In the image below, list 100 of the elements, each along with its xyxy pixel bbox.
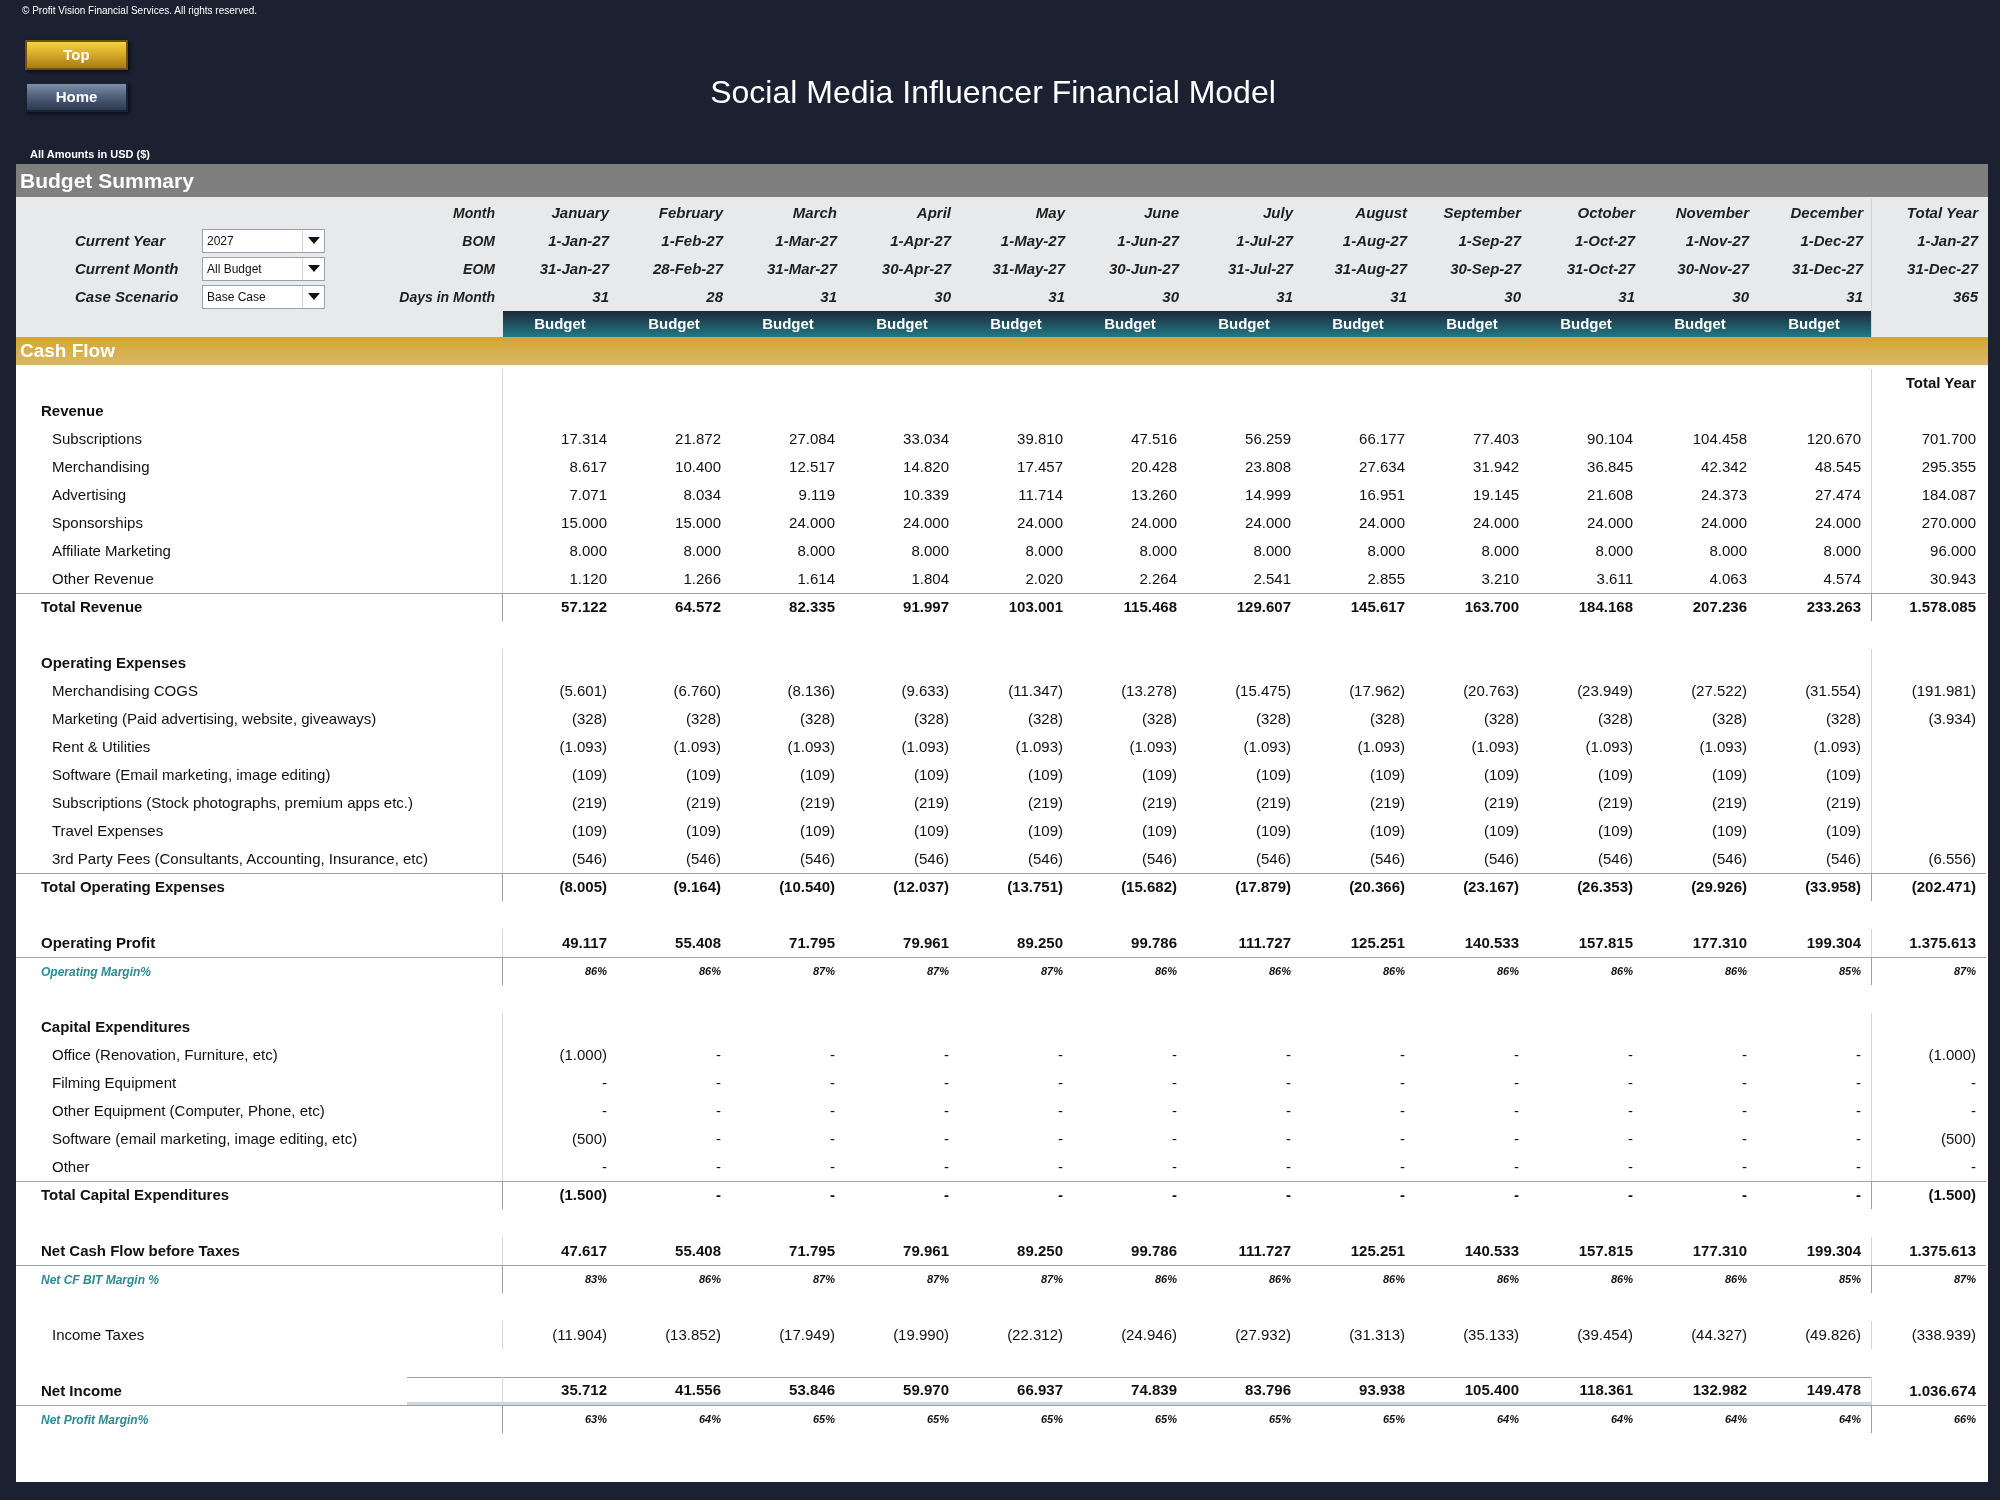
- table-cell-text: 8.000: [1025, 540, 1063, 561]
- table-cell-text: 21.608: [1587, 484, 1633, 505]
- date-cell-text: 31-Dec-27: [1792, 258, 1863, 279]
- table-cell-text: -: [1172, 1044, 1177, 1065]
- date-cell-text: 28-Feb-27: [652, 258, 723, 279]
- table-cell-text: 83.796: [1245, 1379, 1291, 1400]
- table-cell-text: 177.310: [1692, 1240, 1747, 1261]
- table-cell-text: 85%: [1838, 964, 1861, 980]
- month-header: April: [916, 202, 951, 223]
- table-cell-text: 65%: [1154, 1412, 1177, 1428]
- table-cell-text: 7.071: [569, 484, 607, 505]
- table-cell-text: 15.000: [675, 512, 721, 533]
- table-cell-text: (328): [571, 708, 607, 729]
- table-cell-text: 24.000: [1245, 512, 1291, 533]
- table-cell-text: 59.970: [903, 1379, 949, 1400]
- table-cell-text: -: [716, 1156, 721, 1177]
- column-header: Budget: [1643, 311, 1757, 337]
- table-cell-text: 86%: [1154, 964, 1177, 980]
- table-cell-text: (202.471): [1911, 877, 1976, 898]
- table-cell-text: (1.093): [901, 736, 949, 757]
- table-cell-text: 47.516: [1131, 428, 1177, 449]
- table-cell-text: 87%: [1040, 1272, 1063, 1288]
- row-label: Merchandising: [51, 456, 150, 477]
- days-cell-text: 365: [1952, 286, 1978, 307]
- table-cell-text: (11.347): [1008, 680, 1063, 701]
- table-cell-text: 55.408: [675, 932, 721, 953]
- table-cell-text: 2.541: [1253, 568, 1291, 589]
- table-cell-text: 145.617: [1350, 597, 1405, 618]
- table-cell-text: -: [1058, 1072, 1063, 1093]
- table-cell-text: 56.259: [1245, 428, 1291, 449]
- table-cell-text: 27.474: [1815, 484, 1861, 505]
- table-cell-text: (219): [1027, 792, 1063, 813]
- table-cell-text: 15.000: [561, 512, 607, 533]
- table-cell-text: 233.263: [1806, 597, 1861, 618]
- table-cell-text: (19.990): [893, 1324, 949, 1345]
- table-cell-text: (27.522): [1691, 680, 1747, 701]
- table-cell-text: (9.633): [901, 680, 949, 701]
- column-header: Budget: [1415, 311, 1529, 337]
- table-cell-text: (328): [1141, 708, 1177, 729]
- table-cell-text: -: [1058, 1185, 1063, 1206]
- table-cell-text: 2.264: [1139, 568, 1177, 589]
- table-cell-text: 27.084: [789, 428, 835, 449]
- table-cell-text: -: [1856, 1072, 1861, 1093]
- days-cell-text: 31: [820, 286, 837, 307]
- table-cell-text: -: [1628, 1156, 1633, 1177]
- table-cell-text: (546): [685, 848, 721, 869]
- table-cell-text: -: [1286, 1044, 1291, 1065]
- column-header: Budget: [1529, 311, 1643, 337]
- month-header: July: [1263, 202, 1293, 223]
- month-header: October: [1577, 202, 1635, 223]
- dropdown[interactable]: Base Case: [202, 285, 325, 309]
- dropdown[interactable]: 2027: [202, 229, 325, 253]
- table-cell-text: -: [1628, 1100, 1633, 1121]
- table-cell-text: (109): [571, 820, 607, 841]
- row-label: Operating Profit: [40, 932, 156, 953]
- table-cell-text: -: [1514, 1185, 1519, 1206]
- table-cell-text: 125.251: [1350, 1240, 1405, 1261]
- table-cell-text: 87%: [1040, 964, 1063, 980]
- table-cell-text: 57.122: [561, 597, 607, 618]
- table-cell-text: 701.700: [1921, 428, 1976, 449]
- table-cell-text: 9.119: [798, 484, 835, 505]
- month-header: March: [792, 202, 837, 223]
- table-cell-text: (1.093): [1699, 736, 1747, 757]
- table-cell-text: 86%: [1382, 964, 1405, 980]
- table-cell-text: 30.943: [1930, 568, 1976, 589]
- table-cell-text: -: [1400, 1156, 1405, 1177]
- table-cell-text: 8.000: [911, 540, 949, 561]
- table-cell-text: 24.000: [903, 512, 949, 533]
- table-cell-text: 1.614: [797, 568, 835, 589]
- table-cell-text: 4.574: [1823, 568, 1861, 589]
- table-cell-text: -: [1514, 1072, 1519, 1093]
- page-title: Social Media Influencer Financial Model: [710, 73, 1276, 112]
- table-cell-text: 8.000: [1367, 540, 1405, 561]
- table-cell-text: -: [1971, 1072, 1976, 1093]
- table-cell-text: 87%: [1953, 1272, 1976, 1288]
- table-cell-text: 104.458: [1692, 428, 1747, 449]
- table-cell-text: -: [1514, 1100, 1519, 1121]
- table-cell-text: 31.942: [1473, 456, 1519, 477]
- table-cell-text: 8.000: [1709, 540, 1747, 561]
- table-cell-text: -: [1742, 1100, 1747, 1121]
- date-cell-text: 31-Mar-27: [766, 258, 837, 279]
- table-cell-text: 87%: [926, 964, 949, 980]
- table-cell-text: (13.751): [1007, 877, 1063, 898]
- table-cell-text: 8.000: [1595, 540, 1633, 561]
- table-cell-text: -: [944, 1185, 949, 1206]
- row-label: EOM: [463, 259, 496, 279]
- table-cell-text: 10.400: [675, 456, 721, 477]
- table-cell-text: 140.533: [1464, 932, 1519, 953]
- column-header: Total Year: [1905, 372, 1976, 393]
- table-cell-text: 1.578.085: [1909, 597, 1976, 618]
- column-header: Budget: [503, 311, 617, 337]
- table-cell-text: (546): [1825, 848, 1861, 869]
- table-cell-text: (1.093): [1357, 736, 1405, 757]
- table-cell-text: (109): [1369, 820, 1405, 841]
- table-cell-text: -: [830, 1185, 835, 1206]
- table-cell-text: 13.260: [1131, 484, 1177, 505]
- date-cell-text: 30-Nov-27: [1677, 258, 1749, 279]
- dropdown[interactable]: All Budget: [202, 257, 325, 281]
- column-header: Budget: [959, 311, 1073, 337]
- nav-button[interactable]: Home: [25, 82, 128, 112]
